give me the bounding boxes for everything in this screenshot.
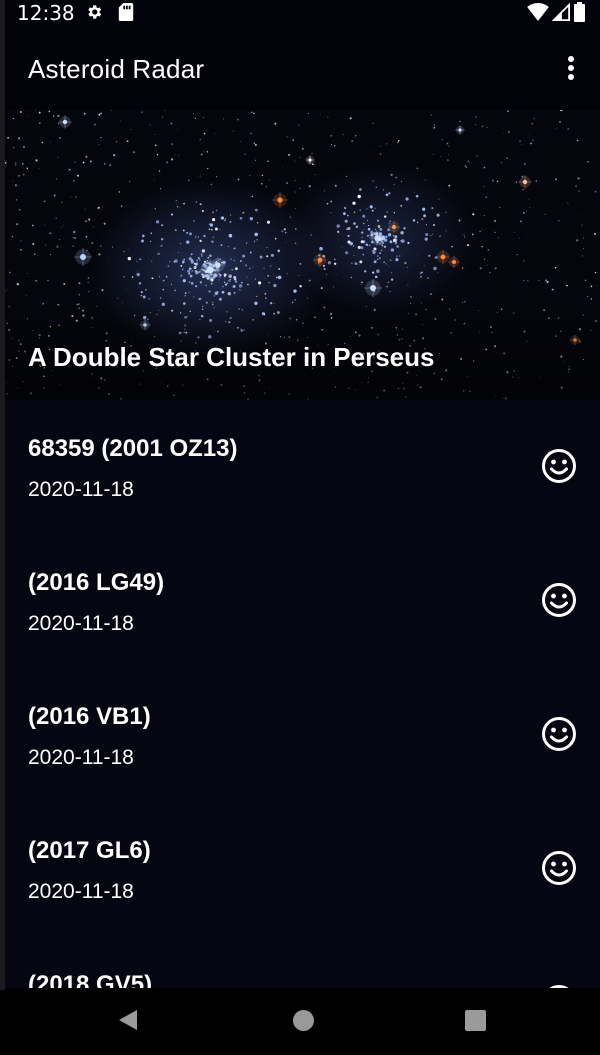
- asteroid-name: (2017 GL6): [28, 837, 151, 864]
- navigation-bar: [0, 988, 600, 1055]
- list-item[interactable]: (2018 GV5): [5, 936, 600, 988]
- picture-of-day[interactable]: A Double Star Cluster in Perseus: [5, 110, 600, 400]
- smiley-icon: [542, 583, 576, 617]
- status-bar: 12:38: [0, 0, 600, 26]
- asteroid-date: 2020-11-18: [28, 880, 134, 903]
- list-item[interactable]: (2016 LG49) 2020-11-18: [5, 534, 600, 668]
- back-triangle-icon[interactable]: [117, 1008, 139, 1032]
- asteroid-name: 68359 (2001 OZ13): [28, 435, 238, 462]
- sd-card-icon: [118, 3, 134, 21]
- list-item[interactable]: (2016 VB1) 2020-11-18: [5, 668, 600, 802]
- app-bar: Asteroid Radar: [0, 26, 600, 110]
- asteroid-date: 2020-11-18: [28, 746, 134, 769]
- asteroid-radar-screen: 12:38 Asteroid Radar A Double Star Clust…: [0, 0, 600, 1055]
- status-time: 12:38: [17, 1, 75, 25]
- signal-icon: [552, 3, 570, 21]
- smiley-icon: [542, 717, 576, 751]
- asteroid-date: 2020-11-18: [28, 478, 134, 501]
- list-item[interactable]: (2017 GL6) 2020-11-18: [5, 802, 600, 936]
- asteroid-list[interactable]: 68359 (2001 OZ13) 2020-11-18 (2016 LG49)…: [5, 400, 600, 988]
- asteroid-name: (2016 VB1): [28, 703, 151, 730]
- battery-icon: [574, 2, 585, 22]
- screen-edge: [0, 0, 5, 990]
- asteroid-name: (2016 LG49): [28, 569, 165, 596]
- picture-of-day-title: A Double Star Cluster in Perseus: [28, 342, 435, 372]
- asteroid-name: (2018 GV5): [28, 971, 153, 988]
- app-title: Asteroid Radar: [28, 54, 205, 84]
- smiley-icon: [542, 449, 576, 483]
- recents-square-icon[interactable]: [465, 1010, 486, 1031]
- smiley-icon: [542, 851, 576, 885]
- asteroid-date: 2020-11-18: [28, 612, 134, 635]
- gear-icon: [88, 5, 102, 19]
- home-circle-icon[interactable]: [293, 1010, 314, 1031]
- wifi-icon: [527, 3, 549, 21]
- list-item[interactable]: 68359 (2001 OZ13) 2020-11-18: [5, 400, 600, 534]
- more-vert-icon[interactable]: [556, 52, 586, 86]
